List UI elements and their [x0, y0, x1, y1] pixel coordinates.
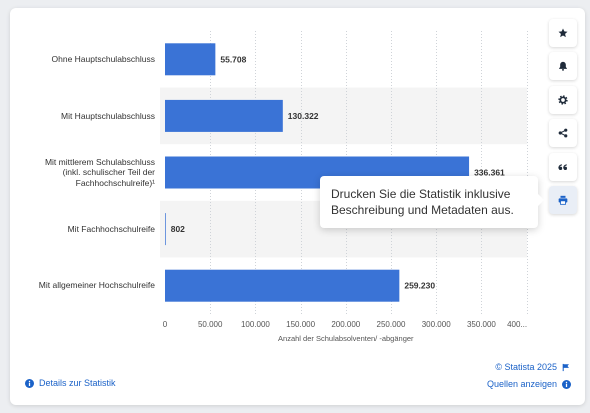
sources-link-label: Quellen anzeigen [486, 379, 557, 389]
bar [165, 99, 283, 132]
x-tick-label: 50.000 [198, 320, 223, 329]
value-label: 130.322 [288, 111, 319, 121]
x-tick-label: 350.000 [467, 320, 496, 329]
share-icon [558, 128, 568, 138]
value-label: 802 [171, 224, 185, 234]
settings-button[interactable] [549, 85, 577, 114]
details-link-label: Details zur Statistik [39, 378, 116, 388]
statista-widget: 55.708 130.322 336.361 802 259.230 0 50.000 100… [0, 0, 590, 413]
notification-button[interactable] [549, 52, 577, 81]
print-tooltip: Drucken Sie die Statistik inklusive Besc… [320, 176, 544, 228]
x-axis-title: Anzahl der Schulabsolventen/ -abgänger [278, 334, 414, 343]
value-label: 259.230 [404, 281, 435, 291]
share-button[interactable] [549, 119, 577, 148]
x-tick-label: 100.000 [241, 320, 270, 329]
x-tick-label: 250.000 [377, 320, 406, 329]
flag-icon[interactable] [562, 363, 570, 372]
x-tick-label: 300.000 [422, 320, 451, 329]
print-icon [558, 195, 568, 205]
star-icon [558, 28, 568, 38]
action-sidebar [549, 19, 577, 219]
info-icon [562, 379, 571, 389]
print-button[interactable] [549, 185, 577, 214]
favorite-button[interactable] [549, 19, 577, 47]
cite-button[interactable] [549, 152, 577, 181]
bar [165, 43, 216, 76]
x-tick-label: 400... [507, 320, 527, 329]
copyright-row: © Statista 2025 [495, 361, 570, 373]
details-link[interactable]: Details zur Statistik [25, 377, 116, 389]
x-tick-label: 200.000 [331, 320, 360, 329]
quote-icon [558, 162, 568, 172]
x-tick-label: 150.000 [286, 320, 315, 329]
bar [165, 269, 400, 302]
bar [165, 213, 166, 246]
info-icon [25, 378, 34, 388]
x-tick-label: 0 [163, 320, 168, 329]
gear-icon [558, 95, 568, 105]
tooltip-arrow [538, 194, 544, 206]
value-label: 55.708 [220, 54, 246, 64]
bell-icon [558, 61, 568, 72]
tooltip-text: Drucken Sie die Statistik inklusive Besc… [331, 187, 514, 217]
sources-link[interactable]: Quellen anzeigen [487, 378, 571, 390]
copyright-link[interactable]: © Statista 2025 [495, 362, 557, 372]
